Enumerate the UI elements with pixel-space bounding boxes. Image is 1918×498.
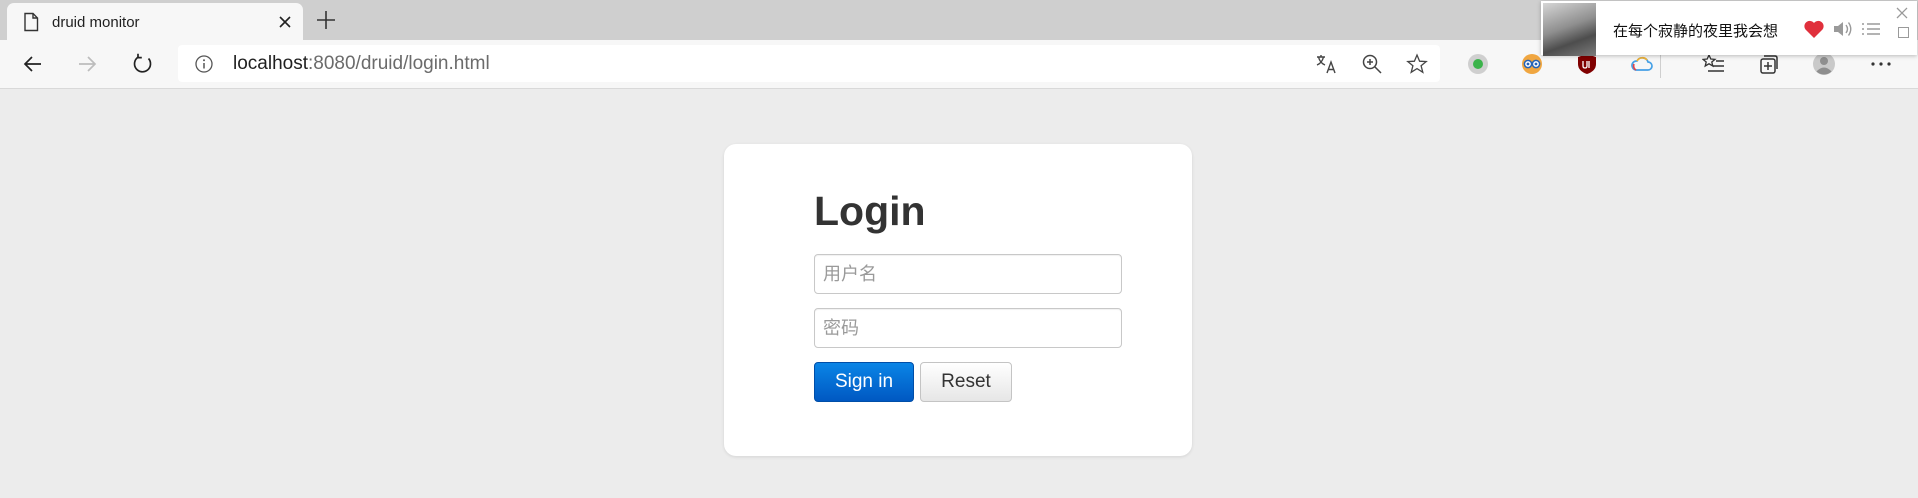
favorite-star-icon[interactable]: [1406, 53, 1428, 75]
toolbar-separator: [1660, 52, 1661, 78]
volume-icon[interactable]: [1832, 19, 1854, 39]
url-host: localhost: [233, 53, 308, 74]
page-icon: [24, 12, 39, 32]
profile-avatar-icon[interactable]: [1812, 52, 1836, 76]
album-thumbnail: [1543, 3, 1596, 56]
username-input[interactable]: [814, 254, 1122, 294]
forward-icon[interactable]: [75, 52, 99, 76]
popup-minimize-icon[interactable]: [1898, 27, 1909, 38]
cloud-icon[interactable]: [1630, 52, 1654, 76]
popup-close-icon[interactable]: [1896, 7, 1908, 19]
refresh-icon[interactable]: [131, 52, 155, 76]
close-tab-icon[interactable]: [277, 14, 293, 30]
login-card: Login Sign in Reset: [724, 144, 1192, 456]
playlist-icon[interactable]: [1860, 19, 1882, 39]
address-bar[interactable]: localhost:8080/druid/login.html: [178, 45, 1440, 82]
media-popup: 在每个寂静的夜里我会想: [1541, 1, 1917, 56]
reset-button[interactable]: Reset: [920, 362, 1012, 402]
zoom-icon[interactable]: [1361, 53, 1383, 75]
back-icon[interactable]: [21, 52, 45, 76]
collections-icon[interactable]: [1757, 52, 1781, 76]
sign-in-button[interactable]: Sign in: [814, 362, 914, 402]
url-text[interactable]: localhost:8080/druid/login.html: [233, 53, 490, 75]
extension-owl-icon[interactable]: [1520, 52, 1544, 76]
url-path: :8080/druid/login.html: [308, 53, 490, 74]
favorites-list-icon[interactable]: [1702, 52, 1726, 76]
song-title: 在每个寂静的夜里我会想: [1613, 23, 1779, 40]
more-options-icon[interactable]: [1869, 52, 1893, 76]
extension-green-dot-icon[interactable]: [1466, 52, 1490, 76]
login-heading: Login: [814, 188, 926, 234]
password-input[interactable]: [814, 308, 1122, 348]
heart-icon[interactable]: [1803, 19, 1825, 39]
translate-icon[interactable]: [1315, 53, 1337, 75]
info-icon[interactable]: [194, 54, 214, 74]
tab-title: druid monitor: [52, 14, 140, 31]
new-tab-icon[interactable]: [314, 8, 338, 32]
browser-tab[interactable]: druid monitor: [7, 3, 303, 40]
